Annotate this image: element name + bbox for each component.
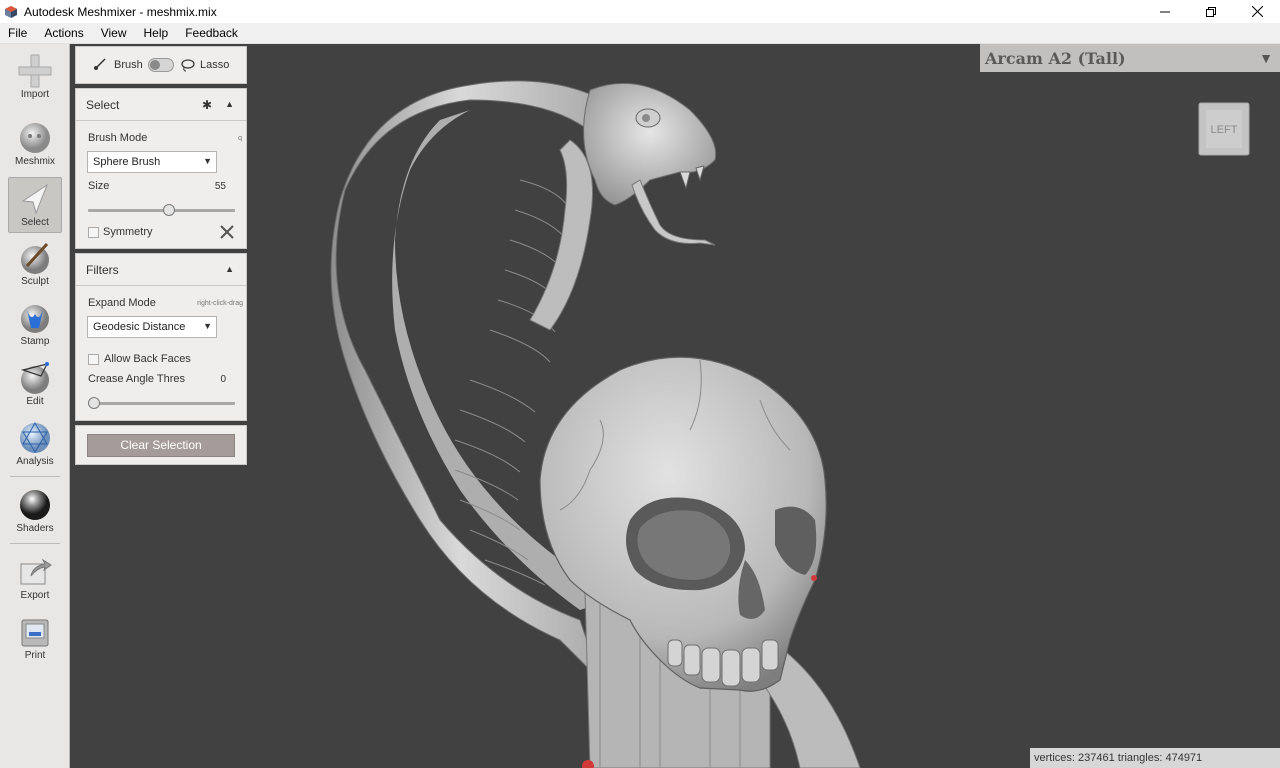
tool-shaders[interactable]: Shaders [8,484,62,540]
edit-sphere-icon [20,362,49,394]
tool-stamp[interactable]: Stamp [8,297,62,353]
select-panel-header[interactable]: Select ✱ ▲ [76,89,246,121]
tool-shaders-label: Shaders [16,523,54,534]
brush-mode-hotkey: q [238,135,242,142]
tool-select[interactable]: Select [8,177,62,233]
view-cube-icon: LEFT [1198,102,1250,156]
crease-angle-slider-thumb[interactable] [88,397,100,409]
cursor-arrow-icon [21,183,49,215]
lasso-mode-label[interactable]: Lasso [200,59,229,71]
brush-mode-dropdown[interactable]: Sphere Brush ▼ [87,151,217,173]
shader-sphere-icon [20,490,50,520]
select-panel: Select ✱ ▲ Brush Mode q Sphere Brush ▼ S… [75,88,247,249]
chevron-down-icon: ▼ [1259,50,1273,66]
meshmix-head-icon [20,123,50,153]
symmetry-checkbox[interactable] [88,227,99,238]
menu-actions[interactable]: Actions [36,23,92,44]
plus-icon [18,54,52,88]
export-icon [20,558,52,585]
clear-selection-button[interactable]: Clear Selection [87,434,235,457]
menu-feedback[interactable]: Feedback [177,23,247,44]
menu-file[interactable]: File [0,23,36,44]
symmetry-label: Symmetry [103,226,153,238]
tool-analysis[interactable]: Analysis [8,417,62,473]
tool-import-label: Import [20,89,50,100]
printer-selector[interactable]: Arcam A2 (Tall) ▼ [980,44,1280,72]
meshmixer-app-icon [5,5,17,18]
menu-bar: File Actions View Help Feedback [0,23,1280,44]
size-slider-thumb[interactable] [162,204,175,216]
crease-angle-label: Crease Angle Thres [88,373,186,385]
brush-mode-value: Sphere Brush [93,156,161,168]
filters-panel-title: Filters [86,262,119,277]
expand-mode-heading: Expand Mode [88,297,156,309]
tool-print-label: Print [24,650,46,661]
chevron-down-icon: ▼ [203,156,212,166]
tool-edit[interactable]: Edit [8,357,62,413]
size-value: 55 [214,181,226,192]
allow-back-faces-checkbox[interactable] [88,354,99,365]
tool-meshmix-label: Meshmix [14,156,55,167]
toggle-knob [150,60,160,70]
stamp-icon [21,305,49,333]
tool-import[interactable]: Import [8,50,62,106]
brush-mode-heading: Brush Mode [88,132,148,144]
tool-edit-label: Edit [26,396,44,407]
menu-view[interactable]: View [93,23,136,44]
tool-print[interactable]: Print [8,611,62,667]
collapse-icon[interactable]: ▲ [225,99,234,109]
size-label: Size [88,180,110,192]
printer-name: Arcam A2 (Tall) [985,49,1126,68]
menu-help[interactable]: Help [136,23,178,44]
crease-angle-slider[interactable] [88,402,235,405]
size-slider[interactable] [88,209,235,212]
brush-sphere-icon [21,242,49,274]
tool-export[interactable]: Export [8,551,62,607]
toolbar-divider [10,476,60,477]
expand-mode-dropdown[interactable]: Geodesic Distance ▼ [87,316,217,338]
expand-mode-hint: right-click-drag [197,300,243,307]
view-cube-label: LEFT [1211,124,1238,136]
brush-mode-label[interactable]: Brush [114,59,143,71]
minimize-icon [1160,11,1170,12]
view-cube[interactable]: LEFT [1198,102,1250,156]
mesh-stats: vertices: 237461 triangles: 474971 [1030,748,1280,768]
toolbar-divider [10,543,60,544]
expand-mode-value: Geodesic Distance [93,321,186,333]
crease-angle-value: 0 [220,374,226,385]
restore-button[interactable] [1188,0,1234,23]
restore-icon [1206,6,1216,17]
brush-lasso-panel: Brush Lasso [75,46,247,84]
select-panel-title: Select [86,97,120,112]
tool-select-label: Select [21,217,49,228]
window-title: Autodesk Meshmixer - meshmix.mix [24,4,217,19]
tool-meshmix[interactable]: Meshmix [8,117,62,173]
cobra-skull-model[interactable] [71,44,1280,768]
brush-lasso-toggle[interactable] [148,58,174,72]
allow-back-faces-label: Allow Back Faces [104,353,191,365]
close-icon [1251,6,1263,17]
title-bar: Autodesk Meshmixer - meshmix.mix [0,0,1280,23]
tool-sculpt-label: Sculpt [21,276,49,287]
brush-icon [94,58,106,70]
analysis-sphere-icon [20,421,50,453]
tool-stamp-label: Stamp [20,336,50,347]
left-toolbar: Import Meshmix Select Sculpt Stamp Edit … [0,44,70,768]
tool-sculpt[interactable]: Sculpt [8,237,62,293]
close-button[interactable] [1234,0,1280,23]
gear-icon[interactable]: ✱ [202,98,212,112]
lasso-icon [181,59,195,72]
3d-viewport[interactable]: Arcam A2 (Tall) ▼ LEFT vertices: 237461 … [71,44,1280,768]
chevron-down-icon: ▼ [203,321,212,331]
filters-panel-header[interactable]: Filters ▲ [76,254,246,286]
printer-icon [21,619,49,647]
minimize-button[interactable] [1142,0,1188,23]
collapse-icon[interactable]: ▲ [225,264,234,274]
tool-analysis-label: Analysis [16,456,54,467]
clear-selection-panel: Clear Selection [75,425,247,465]
symmetry-tools-icon[interactable] [220,225,234,239]
tool-export-label: Export [20,590,50,601]
filters-panel: Filters ▲ Expand Mode right-click-drag G… [75,253,247,421]
